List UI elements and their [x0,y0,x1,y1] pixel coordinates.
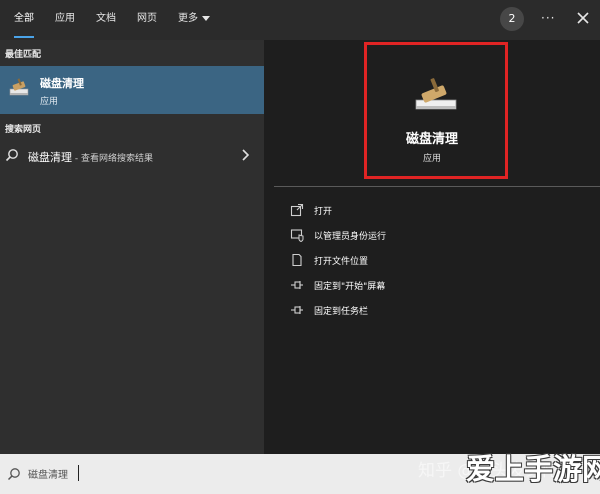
site-watermark: 爱上手游网 [466,452,600,486]
tab-web[interactable]: 网页 [137,0,157,40]
open-icon [290,203,304,217]
best-match-title: 磁盘清理 [40,77,84,90]
search-icon [5,149,18,162]
search-input[interactable]: 磁盘清理 [28,466,68,481]
more-options-icon[interactable]: ··· [541,11,555,25]
tab-more[interactable]: 更多 [178,0,210,40]
tab-apps[interactable]: 应用 [55,0,75,40]
preview-panel: 磁盘清理 应用 打开 以管理员身份运行 打开文件位置 固定到"开始"屏幕 固定到… [264,40,600,454]
action-pin-to-start-label: 固定到"开始"屏幕 [314,282,386,292]
web-search-label: 搜索网页 [5,125,42,135]
preview-subtitle: 应用 [422,154,441,164]
best-match-label: 最佳匹配 [5,50,42,60]
best-match-item[interactable]: 磁盘清理 应用 [0,66,264,114]
action-open-label: 打开 [314,207,333,217]
best-match-subtitle: 应用 [40,97,59,107]
tab-more-label: 更多 [178,13,198,24]
web-search-title: 磁盘清理 [28,151,72,164]
web-search-item[interactable]: 磁盘清理 - 查看网络搜索结果 [0,144,264,168]
search-icon [7,468,20,481]
web-search-subtitle: - 查看网络搜索结果 [72,154,153,164]
text-cursor [78,465,79,481]
web-search-text: 磁盘清理 - 查看网络搜索结果 [28,149,153,165]
app-preview: 磁盘清理 应用 [264,40,600,188]
results-panel: 最佳匹配 磁盘清理 应用 搜索网页 磁盘清理 - 查看网络搜索结果 [0,40,264,454]
pin-icon [291,306,303,314]
search-filter-bar: 全部 应用 文档 网页 更多 2 ··· [0,0,600,40]
tab-documents[interactable]: 文档 [96,0,116,40]
disk-cleanup-icon [415,78,457,110]
action-pin-to-taskbar-label: 固定到任务栏 [314,307,369,317]
rewards-badge[interactable]: 2 [500,7,524,31]
pin-icon [291,281,303,289]
chevron-down-icon [202,15,210,21]
divider [274,186,600,187]
tab-all[interactable]: 全部 [14,0,34,40]
disk-cleanup-icon [9,78,29,96]
file-location-icon [292,253,302,267]
chevron-right-icon [242,149,250,161]
action-open-file-location-label: 打开文件位置 [314,257,369,267]
preview-title: 磁盘清理 [405,132,458,147]
run-as-admin-icon [290,229,304,242]
close-icon[interactable] [576,11,590,25]
action-run-as-admin-label: 以管理员身份运行 [314,232,387,242]
